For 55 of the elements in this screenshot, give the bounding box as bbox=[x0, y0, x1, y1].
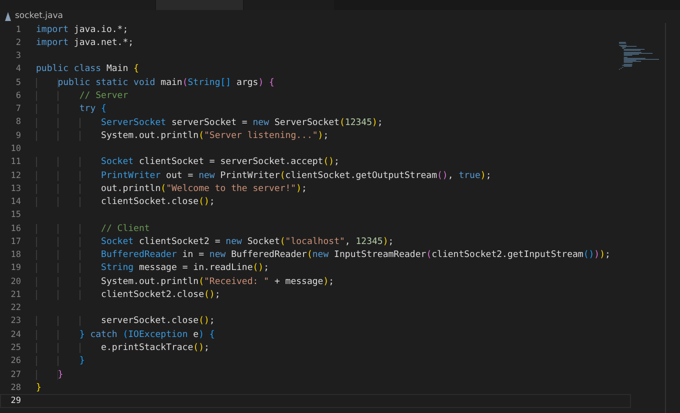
line-number: 21 bbox=[10, 290, 21, 300]
line-number: 3 bbox=[14, 51, 21, 62]
code-line: out.println("Welcome to the server!"); bbox=[36, 182, 307, 195]
code-line: // Client bbox=[36, 222, 150, 235]
line-number: 12 bbox=[10, 170, 21, 181]
line-number: 13 bbox=[10, 184, 21, 194]
code-line: } bbox=[36, 355, 85, 368]
line-number: 22 bbox=[10, 303, 21, 314]
line-number: 6 bbox=[14, 90, 21, 101]
code-line: String message = in.readLine(); bbox=[36, 262, 270, 274]
code-line: clientSocket.close(); bbox=[36, 196, 215, 208]
code-line: public class Main { bbox=[36, 63, 139, 76]
code-line: System.out.println("Server listening..."); bbox=[36, 130, 329, 142]
code-line: ServerSocket serverSocket = new ServerSocket(12345); bbox=[36, 116, 383, 128]
line-number: 29 bbox=[10, 396, 21, 406]
line-number: 10 bbox=[10, 144, 21, 154]
code-line: } catch (IOException e) { bbox=[36, 328, 215, 341]
line-number: 18 bbox=[10, 250, 21, 260]
code-line: Socket clientSocket2 = new Socket("localhost", 12345); bbox=[36, 236, 394, 248]
code-line: import java.io.*; bbox=[36, 24, 128, 36]
code-line: e.printStackTrace(); bbox=[36, 342, 210, 354]
line-number: 1 bbox=[14, 24, 21, 35]
code-line: System.out.println("Received: " + message); bbox=[36, 276, 334, 288]
line-number: 27 bbox=[10, 370, 21, 380]
code-line: BufferedReader in = new BufferedReader(new InputStreamReader(clientSocket2.getInputStream())); bbox=[36, 249, 610, 262]
line-number: 17 bbox=[10, 236, 21, 247]
line-number: 26 bbox=[10, 356, 21, 366]
line-number: 23 bbox=[10, 316, 21, 326]
line-number: 4 bbox=[14, 64, 21, 74]
code-line: // Server bbox=[36, 90, 128, 102]
line-number: 28 bbox=[10, 382, 21, 393]
line-number: 15 bbox=[10, 210, 21, 220]
line-number: 9 bbox=[14, 130, 21, 141]
code-line: } bbox=[36, 382, 42, 394]
file-icon bbox=[5, 12, 11, 20]
line-number: 25 bbox=[10, 343, 21, 353]
code-line: serverSocket.close(); bbox=[36, 315, 215, 328]
breadcrumb-file[interactable]: socket.java bbox=[15, 11, 63, 21]
code-line: import java.net.*; bbox=[36, 36, 134, 49]
line-number: 24 bbox=[10, 330, 21, 340]
line-number: 16 bbox=[10, 224, 21, 234]
code-line: Socket clientSocket = serverSocket.accept(); bbox=[36, 156, 340, 168]
line-number: 19 bbox=[10, 263, 21, 274]
code-line: public static void main(String[] args) { bbox=[36, 76, 274, 89]
code-line: } bbox=[36, 368, 64, 381]
line-number: 14 bbox=[10, 197, 21, 208]
line-number: 11 bbox=[10, 157, 21, 168]
code-line: clientSocket2.close(); bbox=[36, 288, 220, 301]
line-number: 2 bbox=[14, 38, 21, 48]
code-line: try { bbox=[36, 103, 106, 116]
code-line: PrintWriter out = new PrintWriter(clientSocket.getOutputStream(), true); bbox=[36, 170, 492, 182]
line-number: 7 bbox=[14, 104, 21, 114]
line-number: 20 bbox=[10, 276, 21, 287]
line-number: 5 bbox=[14, 78, 21, 88]
line-number: 8 bbox=[14, 117, 21, 128]
